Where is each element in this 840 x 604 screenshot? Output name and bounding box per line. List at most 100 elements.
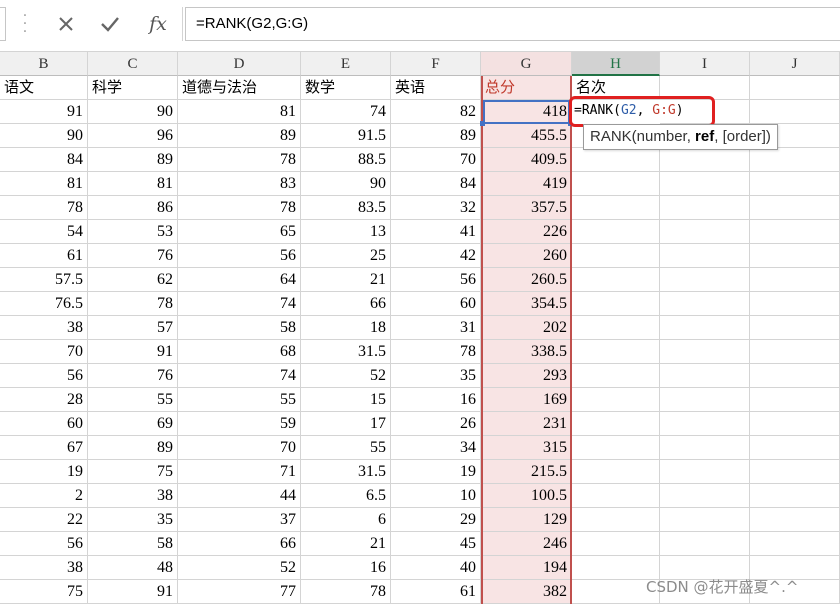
column-header-e[interactable]: E (301, 52, 391, 76)
data-cell[interactable]: 76 (88, 364, 178, 388)
data-cell[interactable]: 59 (178, 412, 301, 436)
data-cell[interactable]: 57 (88, 316, 178, 340)
empty-cell[interactable] (660, 340, 750, 364)
data-cell[interactable]: 66 (301, 292, 391, 316)
data-cell[interactable]: 56 (178, 244, 301, 268)
empty-cell[interactable] (660, 268, 750, 292)
data-cell[interactable]: 28 (0, 388, 88, 412)
data-cell[interactable]: 16 (391, 388, 481, 412)
data-cell[interactable]: 31 (391, 316, 481, 340)
header-cell[interactable]: 总分 (481, 76, 572, 100)
data-cell[interactable]: 22 (0, 508, 88, 532)
data-cell[interactable]: 88.5 (301, 148, 391, 172)
formula-input[interactable]: =RANK(G2,G:G) (185, 7, 840, 41)
name-box[interactable] (0, 7, 6, 41)
data-cell[interactable]: 89 (178, 124, 301, 148)
empty-cell[interactable] (572, 220, 660, 244)
column-header-c[interactable]: C (88, 52, 178, 76)
tooltip-signature[interactable]: RANK(number, (590, 128, 695, 145)
data-cell[interactable]: 6 (301, 508, 391, 532)
empty-cell[interactable] (572, 484, 660, 508)
data-cell[interactable]: 21 (301, 268, 391, 292)
data-cell[interactable]: 129 (481, 508, 572, 532)
data-cell[interactable]: 91 (0, 100, 88, 124)
data-cell[interactable]: 56 (391, 268, 481, 292)
data-cell[interactable]: 56 (0, 364, 88, 388)
header-cell[interactable]: 语文 (0, 76, 88, 100)
data-cell[interactable]: 70 (391, 148, 481, 172)
data-cell[interactable]: 61 (391, 580, 481, 604)
data-cell[interactable]: 100.5 (481, 484, 572, 508)
data-cell[interactable]: 57.5 (0, 268, 88, 292)
empty-cell[interactable] (660, 460, 750, 484)
empty-cell[interactable] (750, 100, 840, 124)
empty-cell[interactable] (750, 172, 840, 196)
empty-cell[interactable] (750, 388, 840, 412)
data-cell[interactable]: 96 (88, 124, 178, 148)
data-cell[interactable]: 78 (0, 196, 88, 220)
data-cell[interactable]: 19 (391, 460, 481, 484)
data-cell[interactable]: 34 (391, 436, 481, 460)
empty-cell[interactable] (750, 412, 840, 436)
data-cell[interactable]: 64 (178, 268, 301, 292)
data-cell[interactable]: 29 (391, 508, 481, 532)
empty-cell[interactable] (572, 292, 660, 316)
data-cell[interactable]: 226 (481, 220, 572, 244)
empty-cell[interactable] (572, 316, 660, 340)
empty-cell[interactable] (572, 508, 660, 532)
data-cell[interactable]: 40 (391, 556, 481, 580)
header-cell[interactable]: 英语 (391, 76, 481, 100)
column-header-f[interactable]: F (391, 52, 481, 76)
data-cell[interactable]: 16 (301, 556, 391, 580)
data-cell[interactable]: 55 (301, 436, 391, 460)
empty-cell[interactable] (660, 172, 750, 196)
data-cell[interactable]: 75 (88, 460, 178, 484)
column-header-b[interactable]: B (0, 52, 88, 76)
data-cell[interactable]: 89 (88, 148, 178, 172)
data-cell[interactable]: 17 (301, 412, 391, 436)
data-cell[interactable]: 55 (178, 388, 301, 412)
header-cell[interactable]: 数学 (301, 76, 391, 100)
header-cell[interactable]: 科学 (88, 76, 178, 100)
data-cell[interactable]: 52 (178, 556, 301, 580)
data-cell[interactable]: 71 (178, 460, 301, 484)
data-cell[interactable]: 354.5 (481, 292, 572, 316)
empty-cell[interactable] (750, 316, 840, 340)
data-cell[interactable]: 38 (0, 316, 88, 340)
data-cell[interactable]: 419 (481, 172, 572, 196)
data-cell[interactable]: 194 (481, 556, 572, 580)
data-cell[interactable]: 74 (178, 292, 301, 316)
data-cell[interactable]: 44 (178, 484, 301, 508)
empty-cell[interactable] (660, 412, 750, 436)
column-header-i[interactable]: I (660, 52, 750, 76)
empty-cell[interactable] (660, 532, 750, 556)
data-cell[interactable]: 90 (0, 124, 88, 148)
data-cell[interactable]: 89 (88, 436, 178, 460)
empty-cell[interactable] (660, 508, 750, 532)
data-cell[interactable]: 68 (178, 340, 301, 364)
data-cell[interactable]: 78 (391, 340, 481, 364)
empty-cell[interactable] (572, 340, 660, 364)
empty-cell[interactable] (660, 148, 750, 172)
data-cell[interactable]: 202 (481, 316, 572, 340)
data-cell[interactable]: 65 (178, 220, 301, 244)
tooltip-current-arg[interactable]: ref (695, 128, 714, 145)
header-cell[interactable] (750, 76, 840, 100)
data-cell[interactable]: 19 (0, 460, 88, 484)
empty-cell[interactable] (572, 172, 660, 196)
data-cell[interactable]: 455.5 (481, 124, 572, 148)
data-cell[interactable]: 78 (178, 148, 301, 172)
empty-cell[interactable] (750, 148, 840, 172)
data-cell[interactable]: 52 (301, 364, 391, 388)
data-cell[interactable]: 86 (88, 196, 178, 220)
data-cell[interactable]: 409.5 (481, 148, 572, 172)
empty-cell[interactable] (660, 244, 750, 268)
data-cell[interactable]: 55 (88, 388, 178, 412)
data-cell[interactable]: 91.5 (301, 124, 391, 148)
data-cell[interactable]: 78 (88, 292, 178, 316)
empty-cell[interactable] (660, 220, 750, 244)
empty-cell[interactable] (572, 532, 660, 556)
data-cell[interactable]: 37 (178, 508, 301, 532)
empty-cell[interactable] (660, 292, 750, 316)
empty-cell[interactable] (750, 532, 840, 556)
